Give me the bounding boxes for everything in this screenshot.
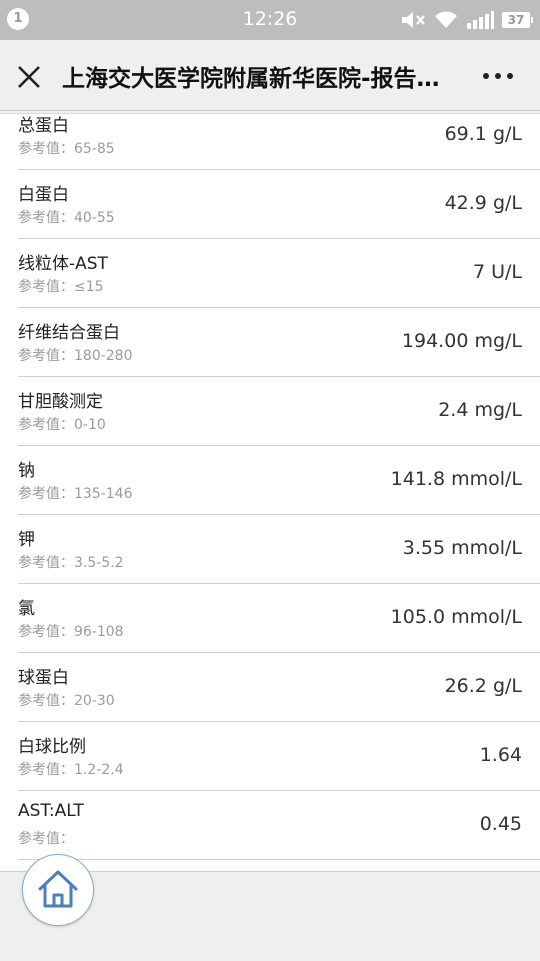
test-name: 白球比例 xyxy=(18,737,86,757)
status-icons: 37 xyxy=(400,8,533,32)
reference-range: 参考值：20-30 xyxy=(18,693,115,709)
test-name: 氯 xyxy=(18,599,35,619)
test-value: 1.64 xyxy=(479,744,522,766)
test-value: 3.55 mmol/L xyxy=(402,537,522,559)
result-row[interactable]: 纤维结合蛋白 参考值：180-280 194.00 mg/L xyxy=(18,308,540,377)
reference-range: 参考值：135-146 xyxy=(18,486,133,502)
test-value: 7 U/L xyxy=(472,261,522,283)
test-value: 26.2 g/L xyxy=(444,675,522,697)
result-row[interactable]: 氯 参考值：96-108 105.0 mmol/L xyxy=(18,584,540,653)
signal-icon xyxy=(467,11,494,29)
reference-range: 参考值： xyxy=(18,831,74,847)
battery-icon: 37 xyxy=(502,12,533,28)
result-row[interactable]: 白蛋白 参考值：40-55 42.9 g/L xyxy=(18,170,540,239)
test-name: 甘胆酸测定 xyxy=(18,392,103,412)
result-list[interactable]: 总蛋白 参考值：65-85 69.1 g/L 白蛋白 参考值：40-55 42.… xyxy=(0,113,540,872)
result-row[interactable]: 线粒体-AST 参考值：≤15 7 U/L xyxy=(18,239,540,308)
result-row[interactable]: 总蛋白 参考值：65-85 69.1 g/L xyxy=(18,114,540,170)
test-name: 球蛋白 xyxy=(18,668,69,688)
title-bar: 上海交大医学院附属新华医院-报告查询 xyxy=(0,40,540,111)
reference-range: 参考值：≤15 xyxy=(18,279,104,295)
reference-range: 参考值：0-10 xyxy=(18,417,106,433)
status-bar: 1 12:26 37 xyxy=(0,0,540,40)
test-name: 线粒体-AST xyxy=(18,254,108,274)
home-icon xyxy=(38,870,78,908)
test-name: 钠 xyxy=(18,461,35,481)
close-icon[interactable] xyxy=(14,62,44,92)
test-name: 总蛋白 xyxy=(18,116,69,136)
reference-range: 参考值：65-85 xyxy=(18,141,115,157)
mute-icon xyxy=(402,12,425,28)
result-row[interactable]: 钾 参考值：3.5-5.2 3.55 mmol/L xyxy=(18,515,540,584)
result-row[interactable]: 甘胆酸测定 参考值：0-10 2.4 mg/L xyxy=(18,377,540,446)
result-row[interactable]: AST:ALT 参考值： 0.45 xyxy=(18,791,540,860)
page-title: 上海交大医学院附属新华医院-报告查询 xyxy=(62,66,462,92)
test-value: 0.45 xyxy=(479,813,522,835)
more-options-icon[interactable] xyxy=(480,66,516,86)
reference-range: 参考值：96-108 xyxy=(18,624,124,640)
result-row[interactable]: 钠 参考值：135-146 141.8 mmol/L xyxy=(18,446,540,515)
test-name: AST:ALT xyxy=(18,801,84,821)
reference-range: 参考值：1.2-2.4 xyxy=(18,762,124,778)
test-value: 42.9 g/L xyxy=(444,192,522,214)
test-name: 白蛋白 xyxy=(18,185,69,205)
home-button[interactable] xyxy=(22,854,94,926)
result-row[interactable]: 白球比例 参考值：1.2-2.4 1.64 xyxy=(18,722,540,791)
test-value: 194.00 mg/L xyxy=(401,330,522,352)
reference-range: 参考值：180-280 xyxy=(18,348,133,364)
test-value: 141.8 mmol/L xyxy=(390,468,522,490)
test-value: 2.4 mg/L xyxy=(438,399,522,421)
reference-range: 参考值：3.5-5.2 xyxy=(18,555,124,571)
test-name: 纤维结合蛋白 xyxy=(18,323,120,343)
result-row[interactable]: 球蛋白 参考值：20-30 26.2 g/L xyxy=(18,653,540,722)
wifi-icon xyxy=(435,11,457,28)
test-name: 钾 xyxy=(18,530,35,550)
reference-range: 参考值：40-55 xyxy=(18,210,115,226)
test-value: 105.0 mmol/L xyxy=(390,606,522,628)
test-value: 69.1 g/L xyxy=(444,123,522,145)
